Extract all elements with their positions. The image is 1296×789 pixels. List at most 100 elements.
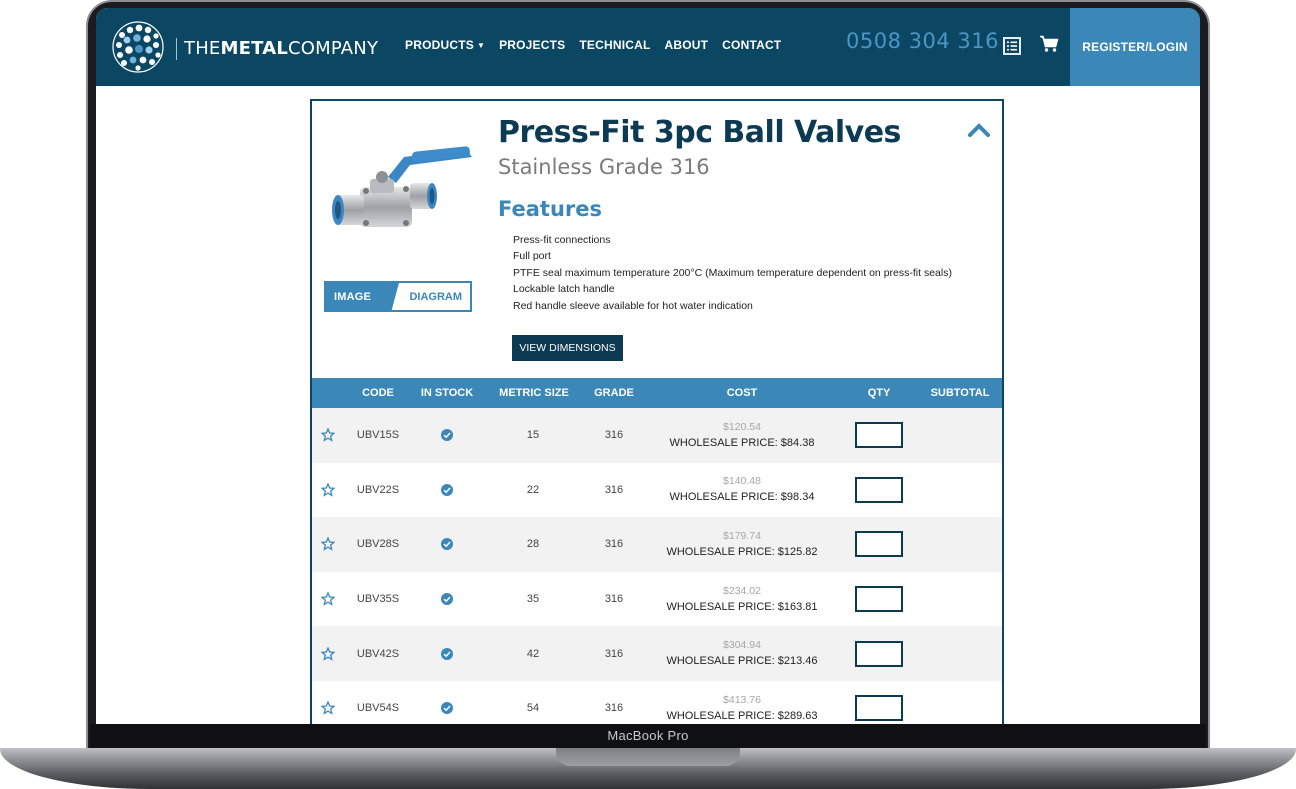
favourite-star-icon[interactable] [314,408,342,463]
table-row: UBV15S 15 316 $120.54 WHOLESALE PRICE: $… [312,408,1002,463]
product-code: UBV28S [356,538,400,551]
qty-input[interactable] [855,531,903,558]
cost: $140.48 WHOLESALE PRICE: $98.34 [652,463,832,518]
phone-number[interactable]: 0508 304 316 [846,29,999,53]
nav-label: PRODUCTS [405,38,474,52]
wholesale-value: $213.46 [777,655,818,668]
col-grade: GRADE [594,387,634,399]
qty-cell [852,517,906,572]
grade: 316 [604,483,624,496]
laptop-base-notch [556,748,740,766]
wholesale-price: WHOLESALE PRICE: $163.81 [666,599,817,615]
col-qty: QTY [867,387,891,399]
image-tab[interactable]: IMAGE [326,283,399,310]
subtotal [922,681,998,724]
product-code: UBV54S [356,702,400,715]
col-metric-size: METRIC SIZE [499,387,569,399]
favourite-star-icon[interactable] [314,626,342,681]
favourite-star-icon[interactable] [314,572,342,627]
product-code: UBV42S [356,647,400,660]
wholesale-value: $84.38 [780,436,815,449]
favourite-star-icon[interactable] [314,517,342,572]
qty-input[interactable] [855,640,903,667]
qty-cell [852,626,906,681]
wholesale-value: $98.34 [780,491,815,504]
table-row: UBV54S 54 316 $413.76 WHOLESALE PRICE: $… [312,681,1002,724]
features-heading: Features [498,197,602,221]
grade: 316 [604,593,624,606]
site-logo-text[interactable]: THEMETALCOMPANY [184,38,378,59]
favourite-star-icon[interactable] [314,463,342,518]
qty-input[interactable] [855,422,903,449]
nav-technical[interactable]: TECHNICAL [579,38,650,52]
grade: 316 [604,538,624,551]
qty-input[interactable] [855,586,903,613]
subtotal [922,572,998,627]
in-stock-check-icon [418,408,476,463]
retail-price: $140.48 [723,475,761,488]
cart-icon[interactable] [1039,35,1059,53]
wholesale-price: WHOLESALE PRICE: $98.34 [670,489,815,505]
wholesale-price: WHOLESALE PRICE: $289.63 [666,708,817,724]
retail-price: $179.74 [723,529,761,542]
wholesale-price: WHOLESALE PRICE: $125.82 [666,544,817,560]
metric-size: 28 [526,538,540,551]
wholesale-label: WHOLESALE PRICE: [666,545,778,558]
wholesale-label: WHOLESALE PRICE: [669,491,781,504]
cost: $413.76 WHOLESALE PRICE: $289.63 [652,681,832,724]
favourite-star-icon[interactable] [314,681,342,724]
product-subtitle: Stainless Grade 316 [498,155,710,179]
register-login-button[interactable]: REGISTER/LOGIN [1070,8,1200,86]
qty-cell [852,681,906,724]
product-title: Press-Fit 3pc Ball Valves [498,115,901,150]
nav-about[interactable]: ABOUT [665,38,709,52]
col-subtotal: SUBTOTAL [930,387,990,399]
subtotal [922,626,998,681]
wholesale-value: $289.63 [777,709,818,722]
nav-contact[interactable]: CONTACT [722,38,781,52]
retail-price: $413.76 [723,693,761,706]
grade: 316 [604,429,624,442]
in-stock-check-icon [418,681,476,724]
site-header: THEMETALCOMPANY PRODUCTS ▼ PROJECTS TECHN… [96,8,1200,86]
image-diagram-toggle: IMAGE DIAGRAM [324,281,472,312]
grade: 316 [604,647,624,660]
subtotal [922,517,998,572]
qty-input[interactable] [855,695,903,722]
qty-input[interactable] [855,476,903,503]
retail-price: $120.54 [723,420,761,433]
metric-size: 35 [526,593,540,606]
cost: $179.74 WHOLESALE PRICE: $125.82 [652,517,832,572]
cost: $120.54 WHOLESALE PRICE: $84.38 [652,408,832,463]
diagram-tab[interactable]: DIAGRAM [399,283,470,310]
metric-size: 42 [526,647,540,660]
table-row: UBV35S 35 316 $234.02 WHOLESALE PRICE: $… [312,572,1002,627]
wholesale-price: WHOLESALE PRICE: $213.46 [666,653,817,669]
cost: $304.94 WHOLESALE PRICE: $213.46 [652,626,832,681]
features-list: Press-fit connections Full port PTFE sea… [513,232,952,314]
feature-item: PTFE seal maximum temperature 200°C (Max… [513,266,952,279]
feature-item: Full port [513,250,551,263]
chevron-up-icon[interactable] [968,123,990,137]
wholesale-label: WHOLESALE PRICE: [666,655,778,668]
wholesale-label: WHOLESALE PRICE: [666,709,778,722]
qty-cell [852,408,906,463]
list-icon[interactable] [1003,37,1021,55]
wholesale-value: $163.81 [777,600,818,613]
col-code: CODE [362,387,394,399]
in-stock-check-icon [418,626,476,681]
ball-valve-image [332,146,472,227]
grade: 316 [604,702,624,715]
metric-size: 54 [526,702,540,715]
globe-logo-icon[interactable] [112,21,164,73]
cost: $234.02 WHOLESALE PRICE: $163.81 [652,572,832,627]
device-label: MacBook Pro [607,728,689,743]
nav-projects[interactable]: PROJECTS [499,38,565,52]
nav-products[interactable]: PRODUCTS ▼ [405,38,485,52]
in-stock-check-icon [418,517,476,572]
view-dimensions-button[interactable]: VIEW DIMENSIONS [512,335,623,361]
wholesale-label: WHOLESALE PRICE: [669,436,781,449]
feature-item: Red handle sleeve available for hot wate… [513,299,753,312]
logo-divider [176,38,177,60]
logo-text-bold: METAL [220,38,289,59]
